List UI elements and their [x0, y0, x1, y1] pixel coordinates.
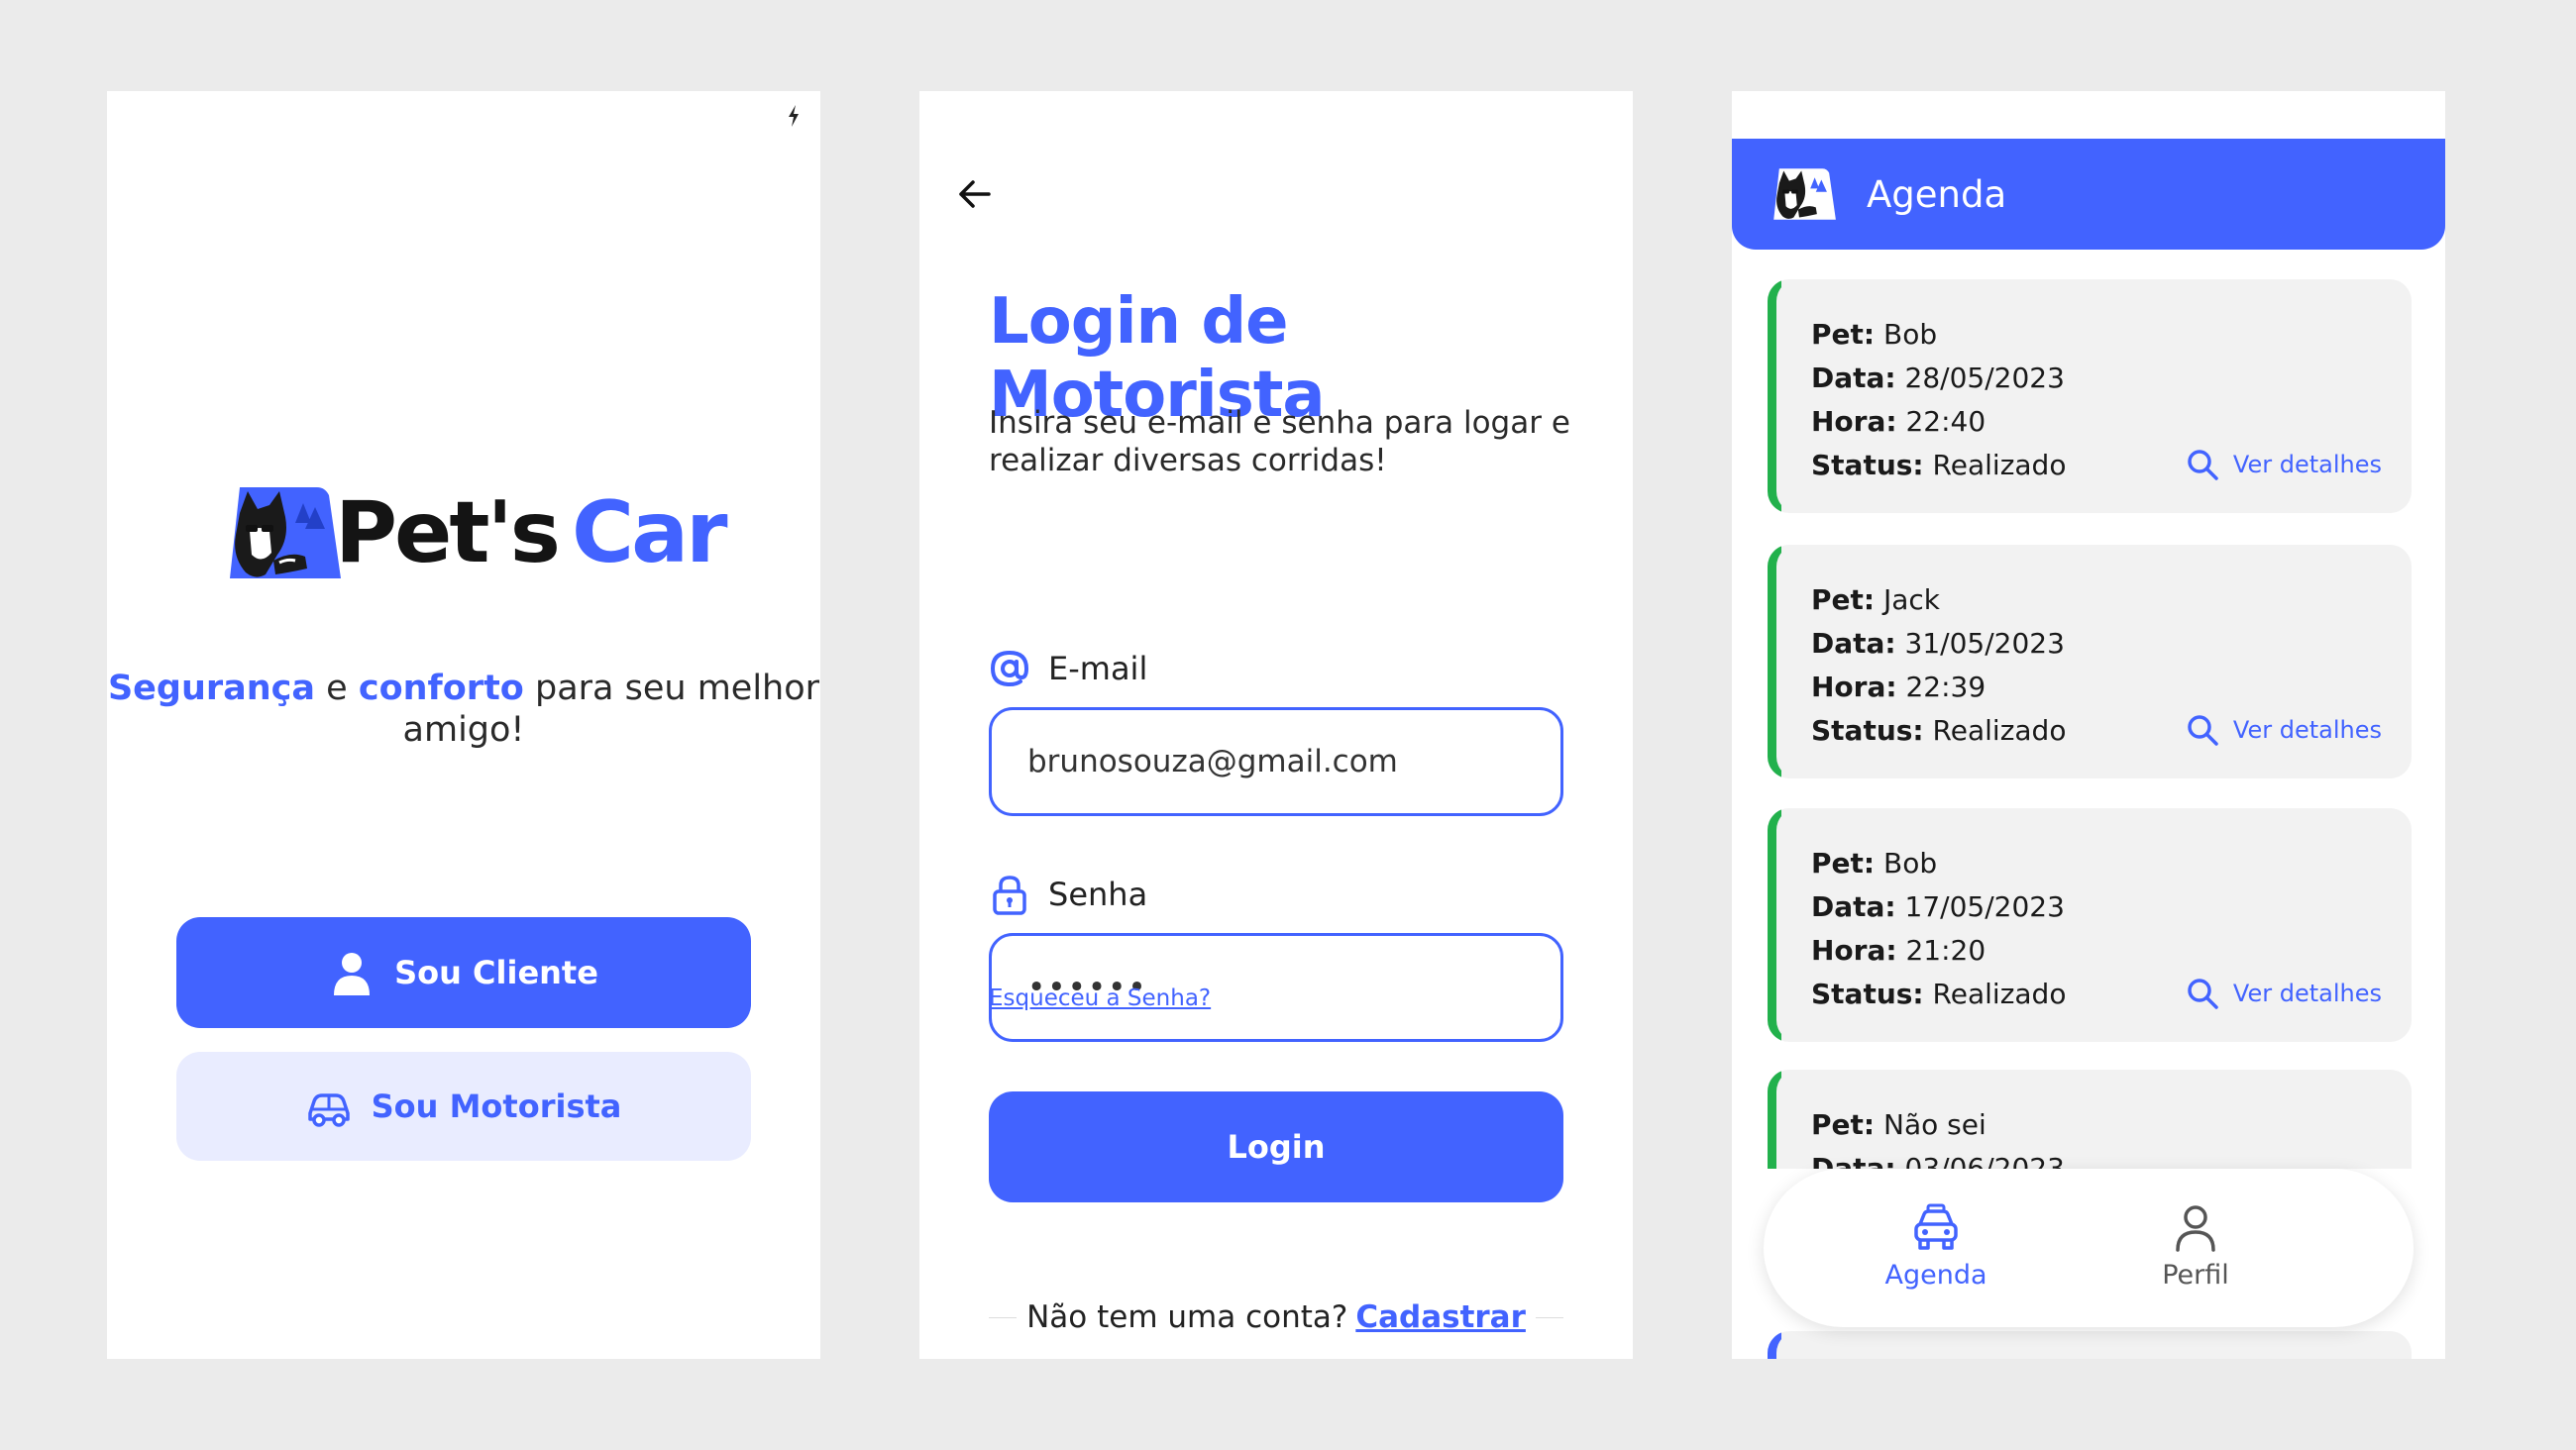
agenda-header: Agenda: [1732, 139, 2445, 250]
pet-value: Jack: [1883, 583, 1941, 616]
appointment-card-partial: Pet: Não sei Data: 03/06/2023: [1768, 1070, 2412, 1169]
user-icon: [334, 953, 371, 995]
back-arrow-icon[interactable]: [955, 174, 995, 214]
status-key: Status:: [1811, 978, 1924, 1010]
no-account-text: Não tem uma conta?: [1026, 1299, 1348, 1335]
date-key: Data:: [1811, 627, 1896, 660]
pet-key: Pet:: [1811, 318, 1876, 351]
nav-label-perfil: Perfil: [2162, 1260, 2229, 1291]
password-label-text: Senha: [1048, 876, 1148, 913]
email-label-text: E-mail: [1048, 650, 1148, 687]
pet-value: Bob: [1883, 318, 1938, 351]
appointment-card: Pet: Bob Data: 28/05/2023 Hora: 22:40 St…: [1768, 279, 2412, 513]
driver-login-screen: Login de Motorista Insira seu e-mail e s…: [919, 91, 1633, 1359]
view-details-label: Ver detalhes: [2232, 980, 2382, 1007]
status-key: Status:: [1811, 714, 1924, 747]
car-icon: [307, 1093, 350, 1127]
date-value: 03/06/2023: [1904, 1152, 2065, 1169]
lock-icon: [993, 876, 1026, 915]
login-button[interactable]: Login: [989, 1091, 1563, 1202]
pet-value: Não sei: [1883, 1108, 1986, 1141]
brand-name-car: Car: [572, 483, 728, 582]
date-key: Data:: [1811, 890, 1896, 923]
header-title: Agenda: [1867, 172, 2007, 216]
client-button[interactable]: Sou Cliente: [176, 917, 751, 1028]
tagline-highlight-comfort: conforto: [358, 669, 524, 708]
email-label: E-mail: [989, 648, 1147, 689]
nav-item-perfil[interactable]: Perfil: [2136, 1202, 2255, 1291]
date-key: Data:: [1811, 362, 1896, 394]
date-value: 17/05/2023: [1904, 890, 2065, 923]
nav-label-agenda: Agenda: [1884, 1260, 1987, 1291]
view-details-button[interactable]: Ver detalhes: [2186, 448, 2382, 481]
appointment-card-peek: [1768, 1331, 2412, 1359]
page-subtitle: Insira seu e-mail e senha para logar e r…: [989, 405, 1570, 478]
client-button-label: Sou Cliente: [394, 954, 598, 991]
status-key: Status:: [1811, 449, 1924, 481]
pet-value: Bob: [1883, 847, 1938, 880]
password-label: Senha: [989, 874, 1147, 915]
car-front-icon: [1914, 1203, 1958, 1250]
time-value: 21:20: [1905, 934, 1986, 967]
status-value: Realizado: [1932, 449, 2067, 481]
date-key: Data:: [1811, 1152, 1896, 1169]
brand-name-pets: Pet's: [335, 483, 561, 582]
date-value: 28/05/2023: [1904, 362, 2065, 394]
tagline: Segurança e conforto para seu melhor ami…: [107, 668, 820, 751]
pet-key: Pet:: [1811, 847, 1876, 880]
brand-logo: Pet's Car: [226, 483, 728, 582]
view-details-button[interactable]: Ver detalhes: [2186, 977, 2382, 1010]
welcome-screen: Pet's Car Segurança e conforto para seu m…: [107, 91, 820, 1359]
tagline-highlight-security: Segurança: [107, 669, 316, 708]
view-details-label: Ver detalhes: [2232, 451, 2382, 478]
bolt-icon: [789, 105, 799, 127]
time-value: 22:39: [1905, 671, 1986, 703]
appointment-card: Pet: Não sei Data: 03/06/2023: [1768, 1070, 2412, 1169]
driver-button-label: Sou Motorista: [371, 1088, 622, 1125]
email-input[interactable]: [989, 707, 1563, 816]
tagline-connector: e: [315, 669, 359, 708]
husky-logo-icon: [230, 487, 341, 578]
pet-key: Pet:: [1811, 1108, 1876, 1141]
signup-link[interactable]: Cadastrar: [1355, 1299, 1526, 1335]
date-value: 31/05/2023: [1904, 627, 2065, 660]
time-value: 22:40: [1905, 405, 1986, 438]
view-details-label: Ver detalhes: [2232, 716, 2382, 744]
nav-item-agenda[interactable]: Agenda: [1877, 1202, 1995, 1291]
time-key: Hora:: [1811, 934, 1897, 967]
appointment-card: Pet: Bob Data: 17/05/2023 Hora: 21:20 St…: [1768, 808, 2412, 1042]
time-key: Hora:: [1811, 405, 1897, 438]
status-value: Realizado: [1932, 978, 2067, 1010]
search-icon: [2188, 979, 2218, 1009]
pet-key: Pet:: [1811, 583, 1876, 616]
driver-button[interactable]: Sou Motorista: [176, 1052, 751, 1161]
view-details-button[interactable]: Ver detalhes: [2186, 713, 2382, 747]
user-outline-icon: [2176, 1205, 2215, 1252]
time-key: Hora:: [1811, 671, 1897, 703]
signup-row: Não tem uma conta? Cadastrar: [989, 1297, 1563, 1337]
search-icon: [2188, 450, 2218, 480]
at-sign-icon: [990, 650, 1029, 687]
status-value: Realizado: [1932, 714, 2067, 747]
husky-logo-icon: [1773, 168, 1836, 220]
forgot-password-link[interactable]: Esqueceu a Senha?: [989, 985, 1211, 1011]
appointment-card: Pet: Jack Data: 31/05/2023 Hora: 22:39 S…: [1768, 545, 2412, 778]
agenda-screen: Agenda Pet: Bob Data: 28/05/2023 Hora: 2…: [1732, 91, 2445, 1359]
search-icon: [2188, 715, 2218, 746]
bottom-nav: Agenda Perfil: [1764, 1169, 2414, 1327]
